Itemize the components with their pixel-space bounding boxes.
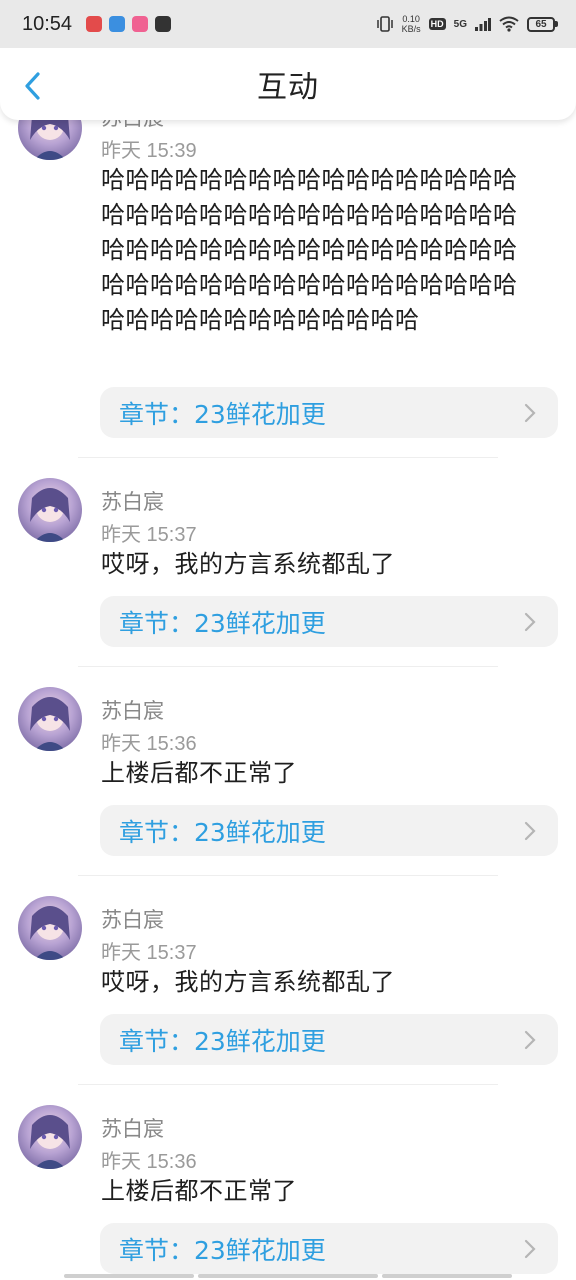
comment-item: 苏白宸 昨天 15:36 上楼后都不正常了 章节：23鲜花加更 (0, 669, 576, 878)
comment-item: 苏白宸 昨天 15:37 哎呀，我的方言系统都乱了 章节：23鲜花加更 (0, 878, 576, 1087)
comment-time: 昨天 15:36 (101, 1151, 197, 1173)
comment-username[interactable]: 苏白宸 (101, 695, 164, 725)
avatar[interactable] (18, 687, 82, 751)
avatar[interactable] (18, 1105, 82, 1169)
signal-icon (475, 18, 491, 31)
divider (78, 875, 498, 876)
message-app-icon (155, 16, 172, 32)
comment-username[interactable]: 苏白宸 (101, 1113, 164, 1143)
chevron-right-icon (524, 403, 536, 423)
net-speed-value: 0.10 (402, 14, 420, 24)
avatar[interactable] (18, 478, 82, 542)
divider (78, 457, 498, 458)
chapter-link[interactable]: 章节：23鲜花加更 (100, 805, 558, 856)
comment-content: 上楼后都不正常了 (101, 759, 297, 787)
wifi-icon (499, 16, 519, 32)
battery-icon: 65 (527, 16, 558, 32)
comment-content: 哎呀，我的方言系统都乱了 (101, 968, 395, 996)
chevron-right-icon (524, 1030, 536, 1050)
chapter-label: 章节：23鲜花加更 (119, 1235, 326, 1265)
page-title: 互动 (257, 70, 319, 105)
avatar[interactable] (18, 896, 82, 960)
comment-username[interactable]: 苏白宸 (101, 904, 164, 934)
comment-time: 昨天 15:37 (101, 524, 197, 546)
chevron-right-icon (524, 1239, 536, 1259)
comment-time: 昨天 15:39 (101, 140, 197, 162)
video-app-icon (132, 16, 149, 32)
chapter-link[interactable]: 章节：23鲜花加更 (100, 1223, 558, 1274)
chevron-right-icon (524, 821, 536, 841)
gesture-bar (64, 1274, 512, 1278)
comment-item: 苏白宸 昨天 15:37 哎呀，我的方言系统都乱了 章节：23鲜花加更 (0, 460, 576, 669)
comment-feed[interactable]: 苏白宸 昨天 15:39 哈哈哈哈哈哈哈哈哈哈哈哈哈哈哈哈哈哈哈哈哈哈哈哈哈哈哈… (0, 96, 576, 1280)
comment-content: 哈哈哈哈哈哈哈哈哈哈哈哈哈哈哈哈哈哈哈哈哈哈哈哈哈哈哈哈哈哈哈哈哈哈哈哈哈哈哈哈… (101, 166, 518, 334)
chapter-link[interactable]: 章节：23鲜花加更 (100, 1014, 558, 1065)
comment-content: 上楼后都不正常了 (101, 1177, 297, 1205)
comment-item: 苏白宸 昨天 15:36 上楼后都不正常了 章节：23鲜花加更 (0, 1087, 576, 1280)
battery-cap (555, 21, 558, 27)
chapter-link[interactable]: 章节：23鲜花加更 (100, 387, 558, 438)
chapter-label: 章节：23鲜花加更 (119, 1026, 326, 1056)
chevron-left-icon (25, 72, 40, 100)
chapter-label: 章节：23鲜花加更 (119, 399, 326, 429)
nav-bar: 互动 (0, 48, 576, 120)
chapter-link[interactable]: 章节：23鲜花加更 (100, 596, 558, 647)
status-indicators: 0.10 KB/s HD 5G 65 (376, 14, 558, 34)
comment-time: 昨天 15:37 (101, 942, 197, 964)
status-time: 10:54 (22, 12, 73, 35)
divider (78, 666, 498, 667)
net-speed: 0.10 KB/s (402, 14, 421, 34)
battery-level: 65 (527, 16, 555, 32)
chapter-label: 章节：23鲜花加更 (119, 817, 326, 847)
calendar-app-icon (86, 16, 103, 32)
status-bar: 10:54 0.10 KB/s HD 5G 65 (0, 0, 576, 48)
gesture-bar-segment (198, 1274, 378, 1278)
status-app-icons (86, 16, 172, 32)
divider (78, 1084, 498, 1085)
chapter-label: 章节：23鲜花加更 (119, 608, 326, 638)
comment-time: 昨天 15:36 (101, 733, 197, 755)
hd-badge: HD (428, 18, 446, 30)
vibrate-icon (376, 16, 393, 32)
signal-label: 5G (453, 18, 467, 30)
comment-username[interactable]: 苏白宸 (101, 486, 164, 516)
chevron-right-icon (524, 612, 536, 632)
browser-app-icon (109, 16, 126, 32)
back-button[interactable] (18, 70, 46, 102)
comment-content: 哎呀，我的方言系统都乱了 (101, 550, 395, 578)
net-speed-unit: KB/s (401, 24, 421, 34)
comment-item: 苏白宸 昨天 15:39 哈哈哈哈哈哈哈哈哈哈哈哈哈哈哈哈哈哈哈哈哈哈哈哈哈哈哈… (0, 96, 576, 460)
gesture-bar-segment (382, 1274, 512, 1278)
gesture-bar-segment (64, 1274, 194, 1278)
